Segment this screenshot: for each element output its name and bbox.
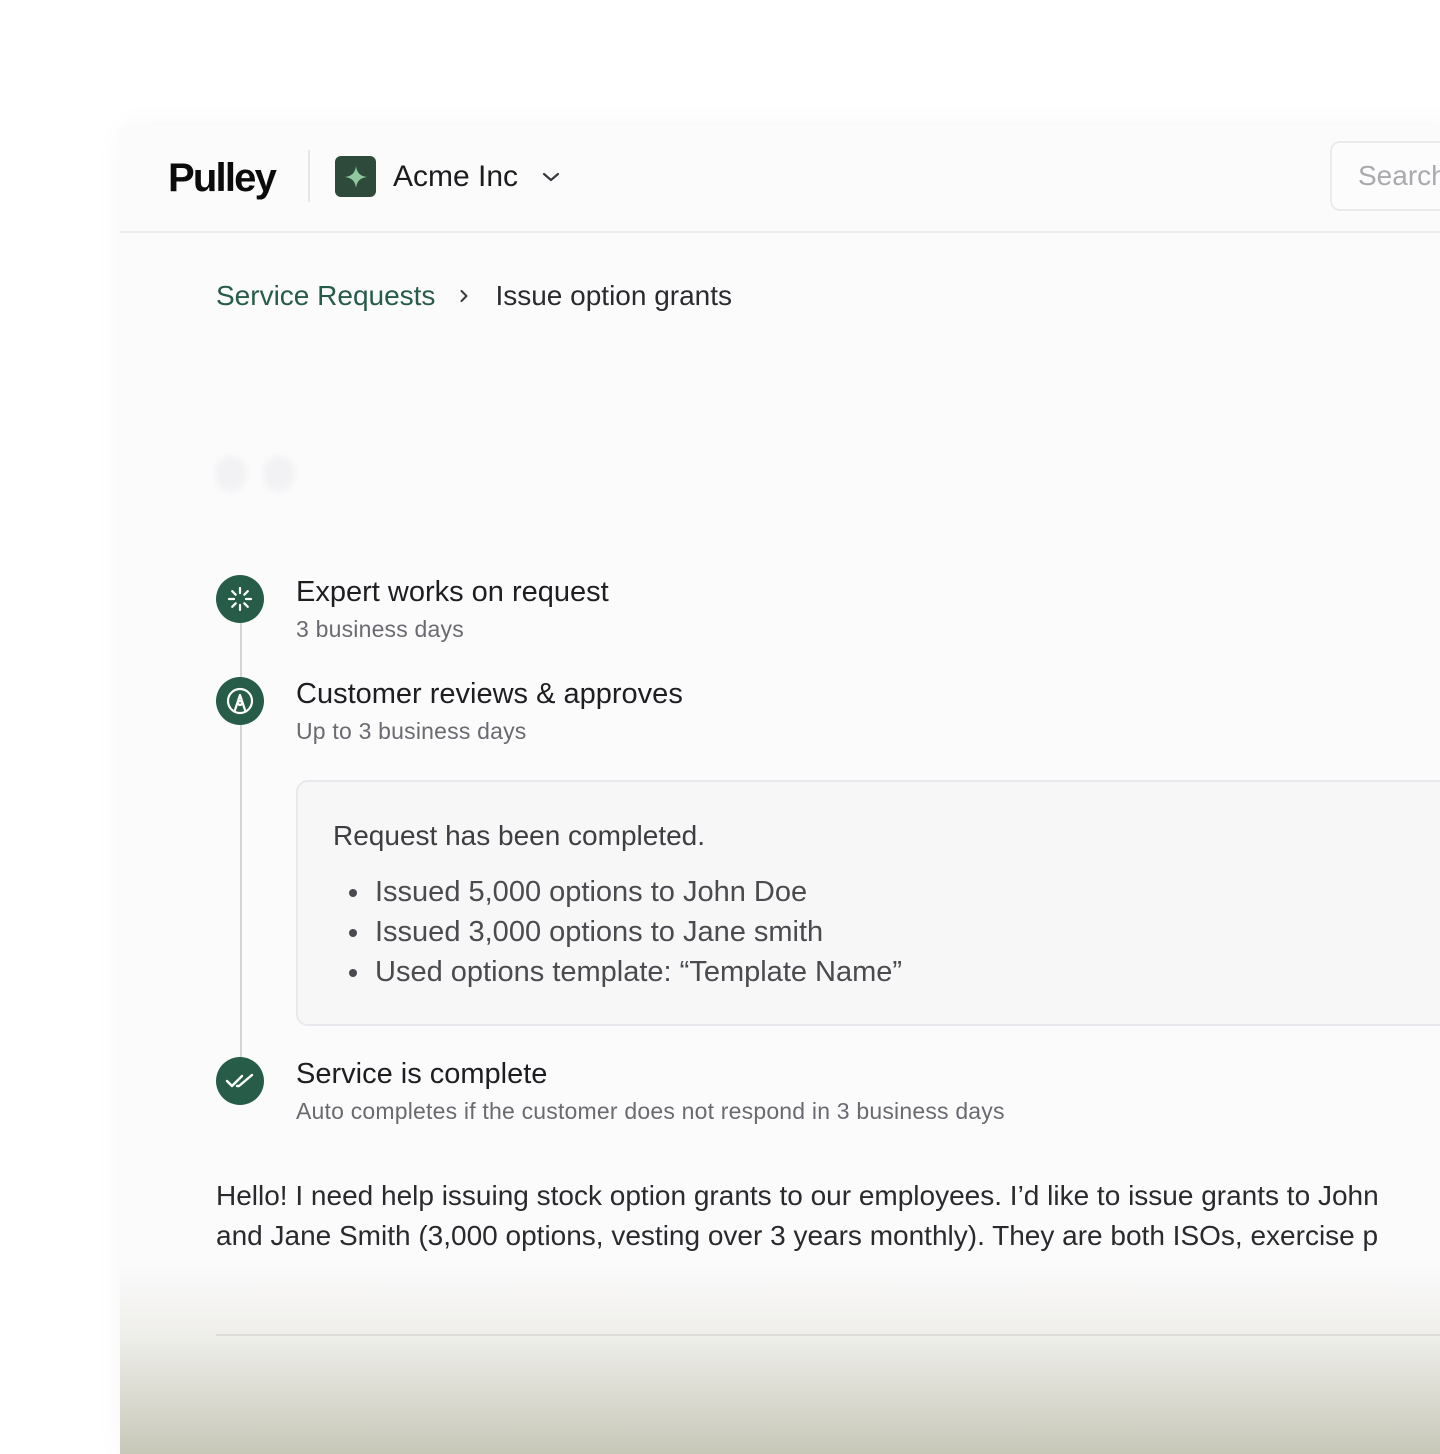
loading-placeholder [264,456,294,492]
header-divider [308,150,310,202]
breadcrumb-current: Issue option grants [495,280,733,311]
pulley-logo[interactable]: Pulley [168,156,277,201]
pen-nib-icon [216,677,264,725]
step-subtitle: Up to 3 business days [296,718,527,744]
search-field [1330,141,1440,211]
message-line: Hello! I need help issuing stock option … [216,1180,1379,1211]
top-bar: Pulley Acme Inc [120,124,1440,233]
loader-icon [216,575,264,623]
search-input[interactable] [1332,143,1440,209]
step-title: Customer reviews & approves [296,678,683,710]
step-title: Service is complete [296,1058,548,1090]
company-badge-icon [335,156,376,197]
company-switcher[interactable]: Acme Inc [335,156,560,197]
bottom-divider [216,1334,1440,1336]
list-item: Used options template: “Template Name” [333,952,902,992]
step-subtitle: Auto completes if the customer does not … [296,1098,1005,1124]
completion-list: Issued 5,000 options to John Doe Issued … [333,872,902,992]
list-item: Issued 5,000 options to John Doe [333,872,902,912]
card-title: Request has been completed. [333,820,706,851]
breadcrumb: Service Requests Issue option grants [216,280,732,312]
request-message: Hello! I need help issuing stock option … [216,1176,1440,1256]
chevron-down-icon [542,171,560,183]
chevron-right-icon [459,289,469,303]
breadcrumb-service-requests[interactable]: Service Requests [216,280,435,312]
company-name: Acme Inc [393,159,519,193]
message-line: and Jane Smith (3,000 options, vesting o… [216,1220,1379,1251]
bottom-fade-overlay [120,1264,1440,1454]
completion-card: Request has been completed. Issued 5,000… [296,780,1440,1026]
double-check-icon [216,1057,264,1105]
loading-placeholder [216,456,246,492]
list-item: Issued 3,000 options to Jane smith [333,912,902,952]
step-subtitle: 3 business days [296,616,464,642]
app-window: Pulley Acme Inc Service Requests [120,124,1440,1454]
step-title: Expert works on request [296,576,609,608]
timeline-connector [240,599,242,1081]
